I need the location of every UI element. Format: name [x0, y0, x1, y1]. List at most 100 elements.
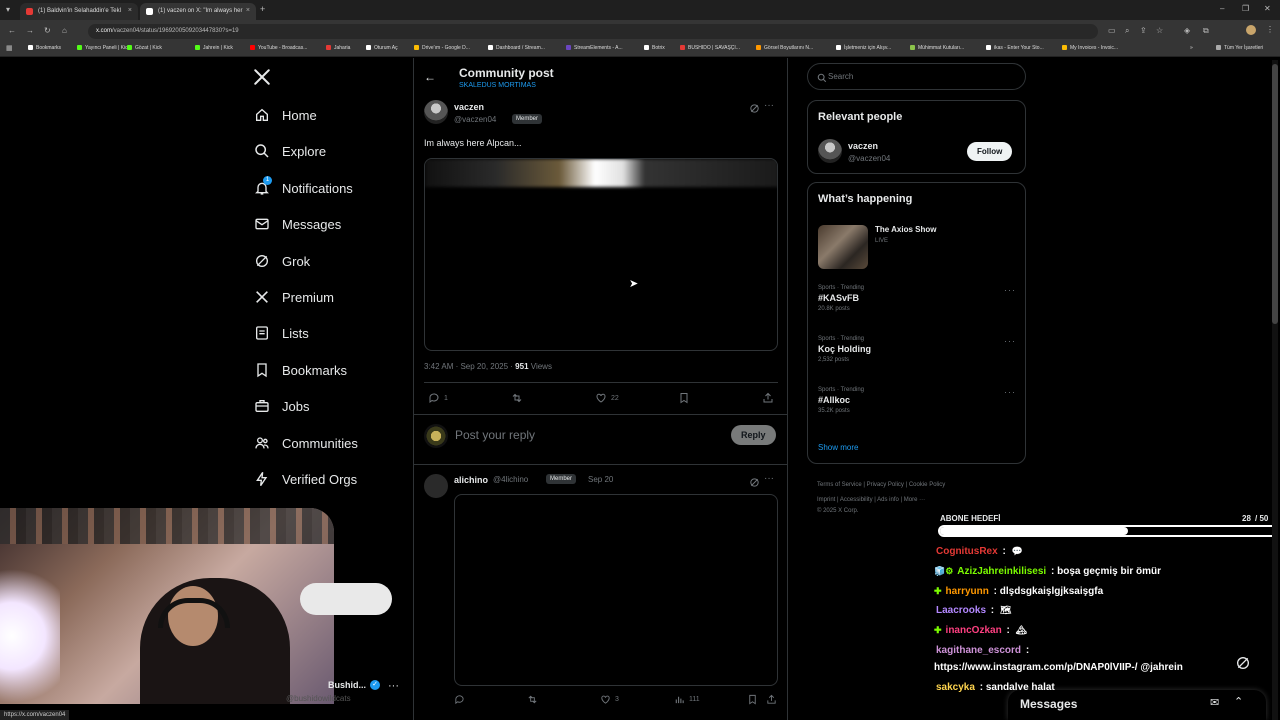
bookmark-item[interactable]: İşletmeniz için Alışv...	[836, 45, 891, 51]
nav-item-explore[interactable]: Explore	[253, 137, 326, 165]
reply-button[interactable]: 1	[428, 392, 448, 404]
profile-avatar[interactable]	[1246, 25, 1256, 35]
bookmarks-overflow-icon[interactable]: »	[1190, 45, 1193, 51]
minimize-icon[interactable]: –	[1220, 4, 1224, 13]
new-message-icon[interactable]: ✉	[1210, 696, 1219, 709]
bookmark-item[interactable]: Mühimmat Kutuları...	[910, 45, 964, 51]
bookmark-item[interactable]: StreamElements - A...	[566, 45, 623, 51]
reload-icon[interactable]: ↻	[44, 26, 51, 35]
browser-tab-2[interactable]: (1) vaczen on X: "Im always her ×	[140, 3, 256, 20]
chevron-up-icon[interactable]: ⌃	[1234, 695, 1243, 708]
bookmark-button[interactable]	[678, 392, 694, 404]
close-icon[interactable]: ×	[246, 7, 250, 14]
bookmark-item[interactable]: Bookmarks	[28, 45, 61, 51]
more-icon[interactable]: ···	[1004, 336, 1016, 346]
nav-item-home[interactable]: Home	[253, 101, 317, 129]
footer-link[interactable]: Privacy Policy	[867, 482, 904, 488]
post-handle[interactable]: @vaczen04	[454, 115, 496, 124]
nav-item-notifications[interactable]: 1 Notifications	[253, 174, 353, 202]
grok-icon[interactable]	[749, 101, 760, 119]
back-arrow-icon[interactable]: ←	[424, 70, 436, 84]
more-icon[interactable]: ···	[388, 680, 399, 692]
nav-item-verified-orgs[interactable]: Verified Orgs	[253, 465, 357, 493]
footer-link[interactable]: Accessibility	[840, 497, 873, 503]
bookmark-item[interactable]: BUSHIDO | SAVAŞÇI...	[680, 45, 740, 51]
bookmark-item[interactable]: Jahrein | Kick	[195, 45, 233, 51]
extension-icon[interactable]: ◈	[1184, 26, 1190, 35]
messages-drawer[interactable]: Messages ✉ ⌃	[1008, 690, 1266, 720]
close-icon[interactable]: ×	[128, 7, 132, 14]
bookmark-item[interactable]: Drive'ım - Google D...	[414, 45, 470, 51]
nav-item-communities[interactable]: Communities	[253, 429, 358, 457]
grok-floating-icon[interactable]	[1228, 648, 1258, 678]
follow-button[interactable]: Follow	[967, 142, 1013, 161]
bookmark-item[interactable]: Botrix	[644, 45, 665, 51]
bookmark-item[interactable]: ikas - Enter Your Sto...	[986, 45, 1044, 51]
star-icon[interactable]: ☆	[1156, 26, 1163, 35]
reply-button[interactable]: Reply	[731, 425, 776, 445]
share-button[interactable]	[762, 392, 778, 404]
forward-icon[interactable]: →	[26, 26, 34, 35]
close-window-icon[interactable]: ✕	[1264, 4, 1271, 13]
footer-link[interactable]: Imprint	[817, 497, 835, 503]
nav-item-lists[interactable]: Lists	[253, 319, 309, 347]
views-button[interactable]: 111	[674, 694, 700, 705]
bookmark-item[interactable]: YouTube - Broadcas...	[250, 45, 307, 51]
zoom-icon[interactable]: ⌕	[1125, 26, 1129, 36]
extensions-puzzle-icon[interactable]: ⧉	[1203, 26, 1209, 36]
footer-link[interactable]: Cookie Policy	[909, 482, 945, 488]
repost-button[interactable]	[511, 392, 527, 404]
scrollbar-thumb[interactable]	[1272, 64, 1278, 324]
footer-link[interactable]: More ···	[904, 497, 925, 503]
person-name[interactable]: vaczen	[848, 141, 878, 151]
nav-item-bookmarks[interactable]: Bookmarks	[253, 356, 347, 384]
like-button[interactable]: 22	[595, 392, 619, 404]
restore-icon[interactable]: ❐	[1242, 4, 1249, 13]
live-thumbnail[interactable]	[818, 225, 868, 269]
bookmark-item[interactable]: Jaharia	[326, 45, 350, 51]
reply-button[interactable]	[454, 694, 469, 705]
search-box[interactable]: Search	[807, 63, 1026, 90]
reply-author[interactable]: alichino	[454, 475, 488, 485]
more-icon[interactable]: ···	[764, 473, 774, 484]
like-button[interactable]: 3	[600, 694, 619, 705]
browser-tab-1[interactable]: (1) Baldvin'in Selahaddin'e Tekl ×	[20, 3, 138, 20]
avatar[interactable]	[818, 139, 842, 163]
address-bar[interactable]: x.com/vaczen04/status/196920050920344783…	[88, 24, 1098, 39]
page-scrollbar[interactable]	[1272, 60, 1278, 720]
bookmark-item[interactable]: Dashboard / Stream...	[488, 45, 545, 51]
bookmark-item[interactable]: Oturum Aç	[366, 45, 398, 51]
footer-link[interactable]: Ads info	[877, 497, 899, 503]
bookmark-button[interactable]	[747, 694, 762, 705]
nav-item-jobs[interactable]: Jobs	[253, 392, 309, 420]
footer-link[interactable]: Terms of Service	[817, 482, 862, 488]
grok-icon[interactable]	[749, 475, 760, 493]
apps-grid-icon[interactable]: ▦	[6, 44, 13, 52]
share-icon[interactable]: ⇪	[1140, 26, 1147, 35]
nav-item-messages[interactable]: Messages	[253, 210, 341, 238]
account-switcher[interactable]: Bushid... ✓ @bushidowildcats ···	[258, 676, 408, 706]
more-icon[interactable]: ···	[764, 100, 774, 111]
bookmark-item[interactable]: Yayıncı Paneli | Kick	[77, 45, 130, 51]
reply-input[interactable]: Post your reply	[455, 428, 535, 442]
bookmark-item[interactable]: My Invoices - Invoic...	[1062, 45, 1118, 51]
bookmark-item[interactable]: Görsel Boyutlarını N...	[756, 45, 813, 51]
person-handle[interactable]: @vaczen04	[848, 154, 890, 163]
nav-item-premium[interactable]: Premium	[253, 283, 334, 311]
reply-handle[interactable]: @4lichino	[493, 475, 528, 484]
bookmark-item[interactable]: Gözat | Kick	[127, 45, 162, 51]
avatar[interactable]	[424, 474, 448, 498]
search-input[interactable]: Search	[828, 72, 853, 81]
cast-icon[interactable]: ▭	[1108, 26, 1116, 35]
trend-item[interactable]: Sports · Trending Koç Holding 2,532 posts ·…	[818, 336, 1018, 363]
more-icon[interactable]: ···	[1004, 387, 1016, 397]
chrome-menu-icon[interactable]: ⋮	[1266, 25, 1274, 34]
community-name[interactable]: SKALEDUS MORTIMAS	[459, 82, 536, 89]
home-icon[interactable]: ⌂	[62, 26, 67, 35]
all-bookmarks-folder[interactable]: Tüm Yer İşaretleri	[1216, 45, 1263, 51]
back-icon[interactable]: ←	[8, 26, 16, 35]
post-author[interactable]: vaczen	[454, 102, 484, 112]
tab-menu-icon[interactable]: ▾	[6, 5, 10, 14]
trend-item[interactable]: Sports · Trending #KASvFB 20.8K posts ···	[818, 285, 1018, 312]
show-more-link[interactable]: Show more	[818, 443, 858, 452]
